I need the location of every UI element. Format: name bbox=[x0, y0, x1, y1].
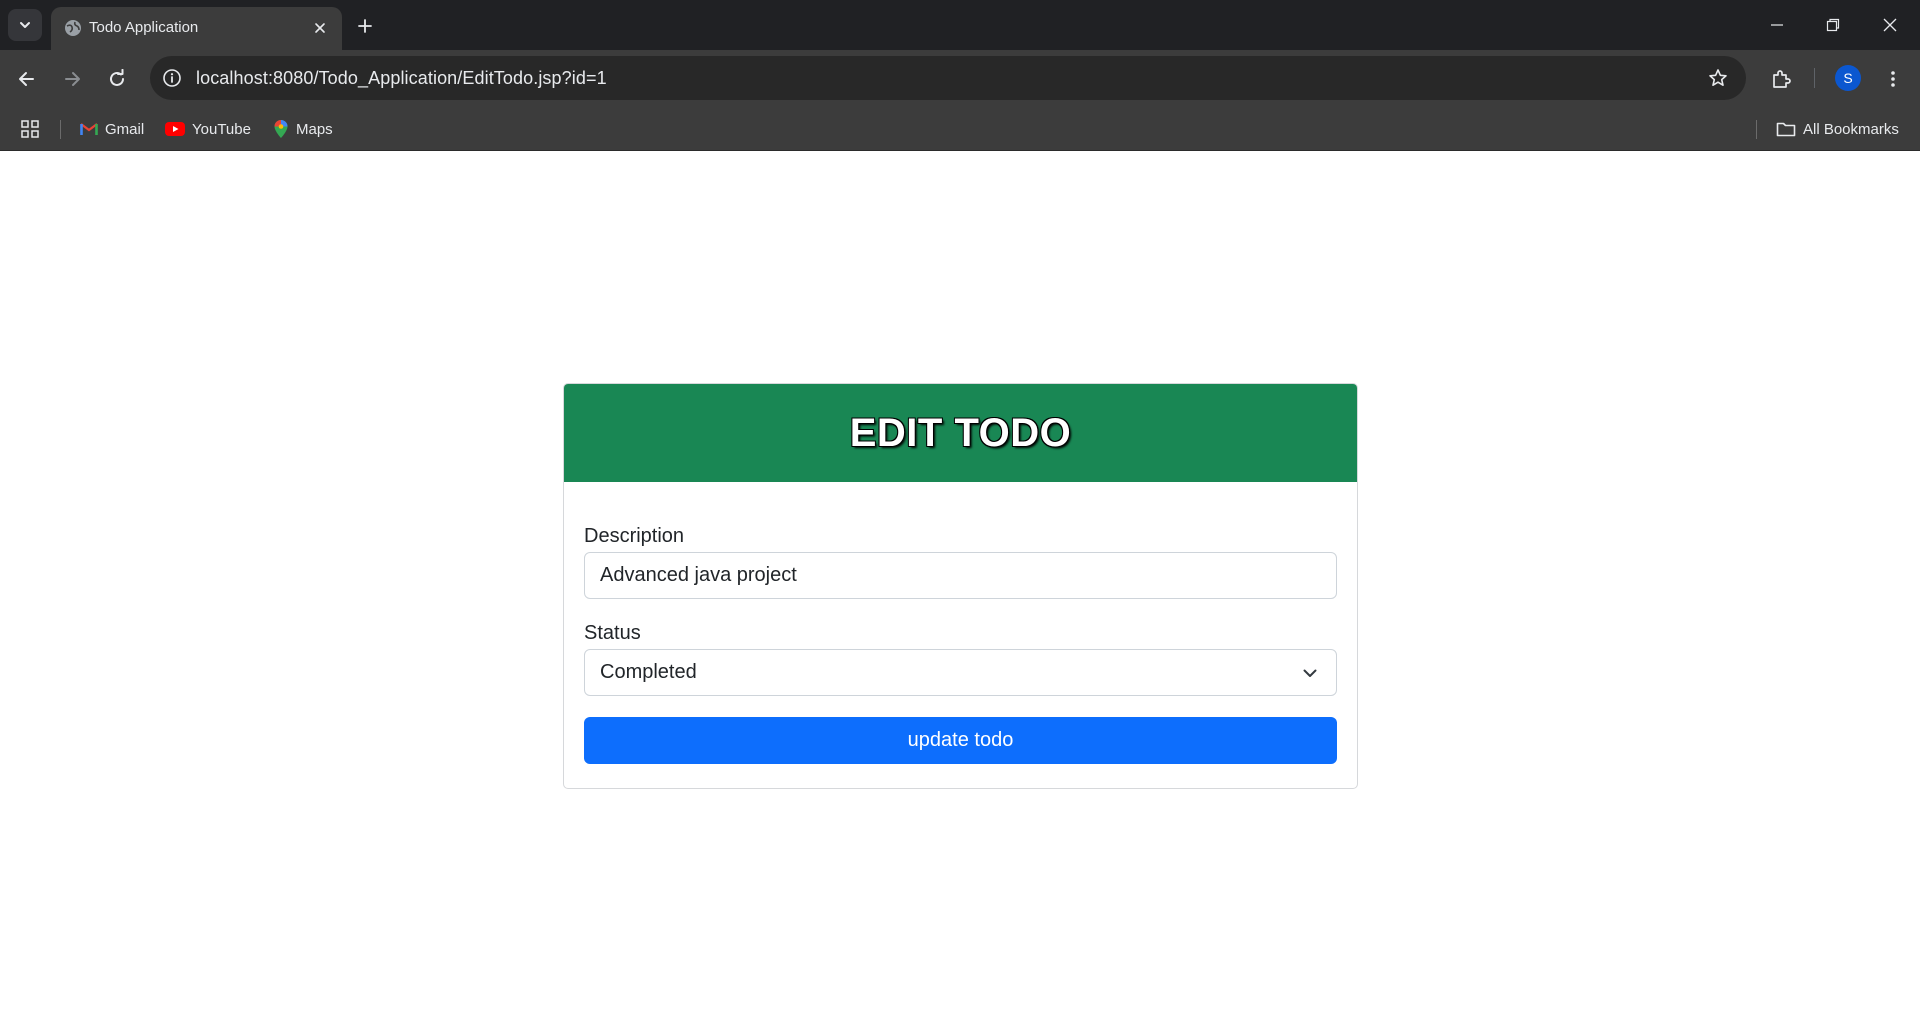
chevron-down-icon bbox=[1300, 663, 1320, 683]
address-bar[interactable]: localhost:8080/Todo_Application/EditTodo… bbox=[150, 56, 1746, 100]
bookmarks-divider bbox=[1756, 120, 1757, 139]
arrow-right-icon bbox=[65, 72, 80, 86]
restore-button[interactable] bbox=[1818, 10, 1848, 40]
more-vert-icon bbox=[1891, 71, 1895, 87]
toolbar-divider bbox=[1814, 68, 1815, 88]
edit-todo-card: EDIT TODO Description Advanced java proj… bbox=[563, 383, 1358, 789]
bookmark-maps[interactable]: Maps bbox=[273, 116, 333, 142]
close-window-button[interactable] bbox=[1875, 10, 1905, 40]
extensions-button[interactable] bbox=[1765, 63, 1797, 95]
close-icon bbox=[1883, 18, 1897, 32]
gmail-icon bbox=[80, 123, 98, 135]
page-content: EDIT TODO Description Advanced java proj… bbox=[0, 151, 1920, 1017]
reload-icon bbox=[110, 69, 124, 86]
bookmarks-bar: Gmail YouTube Maps All Bookmarks bbox=[0, 108, 1920, 151]
plus-icon bbox=[358, 19, 372, 33]
youtube-icon bbox=[165, 122, 185, 136]
page-title: EDIT TODO bbox=[849, 410, 1072, 455]
back-button[interactable] bbox=[12, 64, 42, 94]
folder-icon bbox=[1776, 122, 1796, 137]
restore-icon bbox=[1826, 18, 1840, 32]
bookmark-youtube[interactable]: YouTube bbox=[165, 116, 251, 142]
tab-title: Todo Application bbox=[89, 19, 199, 36]
description-value: Advanced java project bbox=[600, 564, 797, 586]
arrow-left-icon bbox=[19, 72, 34, 86]
status-label: Status bbox=[584, 622, 641, 644]
profile-avatar[interactable]: S bbox=[1835, 65, 1861, 91]
close-icon bbox=[315, 23, 325, 33]
bookmark-label: Maps bbox=[296, 120, 333, 138]
bookmarks-divider bbox=[60, 120, 61, 139]
apps-button[interactable] bbox=[20, 116, 40, 142]
close-tab-button[interactable] bbox=[310, 18, 330, 38]
bookmark-label: Gmail bbox=[105, 120, 145, 138]
browser-toolbar: localhost:8080/Todo_Application/EditTodo… bbox=[0, 50, 1920, 108]
chevron-down-icon bbox=[20, 22, 30, 28]
all-bookmarks-label: All Bookmarks bbox=[1803, 120, 1899, 138]
card-header: EDIT TODO bbox=[564, 384, 1357, 482]
puzzle-icon bbox=[1773, 70, 1791, 88]
new-tab-button[interactable] bbox=[352, 13, 378, 39]
maps-icon bbox=[274, 120, 288, 138]
tab-search-button[interactable] bbox=[8, 9, 42, 41]
apps-grid-icon bbox=[21, 120, 39, 138]
menu-button[interactable] bbox=[1877, 63, 1909, 95]
browser-tab[interactable]: Todo Application bbox=[51, 7, 342, 50]
minimize-button[interactable] bbox=[1762, 10, 1792, 40]
tab-strip: Todo Application bbox=[0, 0, 1920, 50]
bookmark-label: YouTube bbox=[192, 120, 251, 138]
info-icon bbox=[163, 69, 181, 87]
site-info-button[interactable] bbox=[160, 66, 184, 90]
update-todo-button[interactable]: update todo bbox=[584, 717, 1337, 764]
status-select[interactable]: Completed bbox=[584, 649, 1337, 696]
all-bookmarks-button[interactable]: All Bookmarks bbox=[1776, 116, 1899, 142]
bookmark-star-button[interactable] bbox=[1706, 66, 1730, 90]
bookmark-gmail[interactable]: Gmail bbox=[80, 116, 144, 142]
minimize-icon bbox=[1771, 24, 1783, 26]
status-selected-value: Completed bbox=[600, 661, 697, 683]
reload-button[interactable] bbox=[102, 64, 132, 94]
description-input[interactable]: Advanced java project bbox=[584, 552, 1337, 599]
forward-button[interactable] bbox=[57, 64, 87, 94]
url-text[interactable]: localhost:8080/Todo_Application/EditTodo… bbox=[196, 67, 607, 89]
description-label: Description bbox=[584, 525, 685, 547]
star-icon bbox=[1709, 69, 1727, 86]
globe-icon bbox=[65, 20, 81, 36]
